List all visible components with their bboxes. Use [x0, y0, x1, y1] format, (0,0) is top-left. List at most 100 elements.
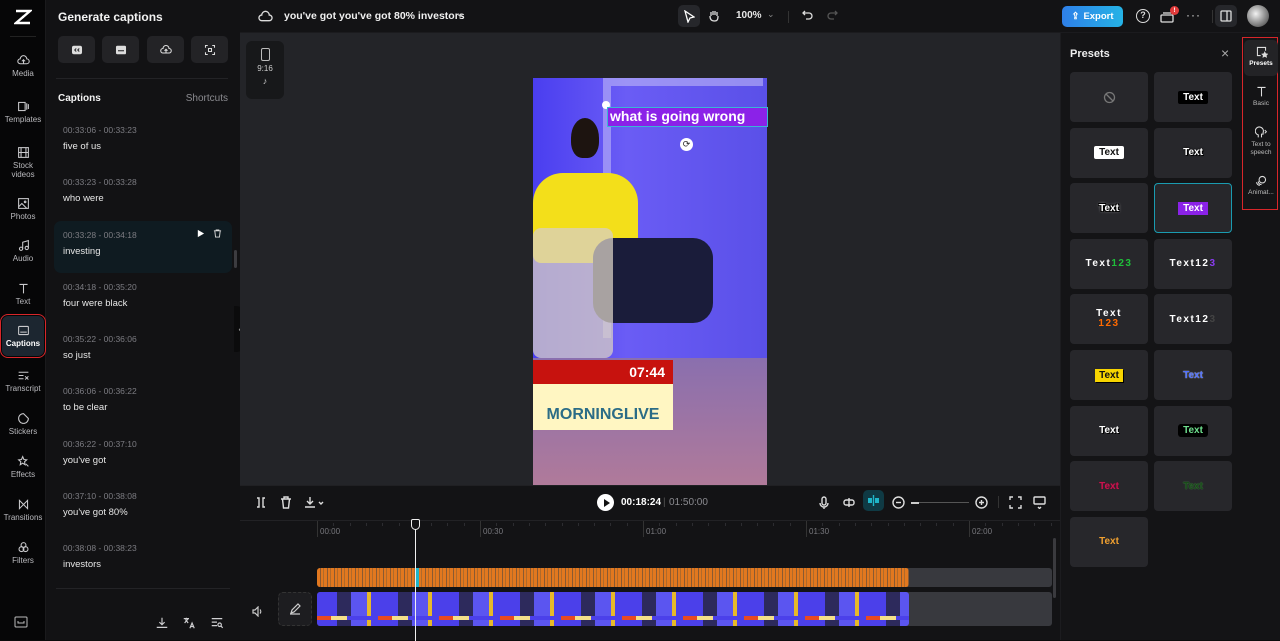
upload-captions-button[interactable] — [147, 36, 184, 63]
split-button[interactable] — [255, 496, 267, 514]
caption-text[interactable]: investors — [63, 559, 223, 570]
caption-item[interactable]: 00:36:22 - 00:37:10 you've got — [54, 430, 232, 482]
preset-dark-green[interactable]: Text — [1154, 461, 1232, 512]
select-tool-button[interactable] — [678, 5, 700, 27]
timeline-scrollbar[interactable] — [1053, 538, 1056, 598]
preset-none[interactable] — [1070, 72, 1148, 122]
preset-shadow-digit[interactable]: Text123 — [1154, 294, 1232, 345]
rail-item-media[interactable]: Media — [2, 45, 44, 87]
preset-orange-digits-stacked[interactable]: Text 123 — [1070, 294, 1148, 345]
right-tab-presets[interactable]: Presets — [1244, 40, 1278, 76]
rail-item-templates[interactable]: Templates — [2, 91, 44, 133]
more-options-button[interactable]: ··· — [1186, 8, 1201, 22]
caption-text[interactable]: you've got 80% — [63, 507, 223, 518]
auto-captions-button[interactable] — [58, 36, 95, 63]
layout-toggle-button[interactable] — [1215, 5, 1237, 27]
caption-text-overlay[interactable]: what is going wrong — [607, 107, 768, 127]
preset-white-on-purple[interactable]: Text — [1154, 183, 1232, 234]
chevron-down-icon[interactable]: ⌄ — [456, 9, 464, 20]
help-button[interactable]: ? — [1136, 9, 1150, 23]
caption-item[interactable]: 00:36:06 - 00:36:22 to be clear — [54, 377, 232, 429]
zoom-level[interactable]: 100% — [736, 10, 762, 21]
rail-item-stickers[interactable]: Stickers — [2, 403, 44, 445]
preset-crimson[interactable]: Text — [1070, 461, 1148, 512]
right-tab-animation[interactable]: Animat... — [1244, 174, 1278, 197]
rail-item-audio[interactable]: Audio — [2, 230, 44, 272]
caption-text[interactable]: who were — [63, 193, 223, 204]
preset-plain-white[interactable]: Text — [1070, 405, 1148, 456]
link-button[interactable] — [842, 496, 856, 514]
rail-item-transcript[interactable]: Transcript — [2, 360, 44, 402]
delete-caption-icon[interactable] — [213, 229, 222, 238]
rail-item-captions[interactable]: Captions — [0, 314, 46, 358]
right-tab-text-to-speech[interactable]: Text to speech — [1244, 126, 1278, 157]
close-presets-button[interactable]: × — [1221, 46, 1229, 60]
preset-green-on-black[interactable]: Text — [1154, 405, 1232, 456]
download-captions-button[interactable] — [155, 616, 169, 630]
caption-text[interactable]: four were black — [63, 298, 223, 309]
caption-item[interactable]: 00:33:28 - 00:34:18 investing — [54, 220, 232, 273]
rail-item-photos[interactable]: Photos — [2, 188, 44, 230]
translate-button[interactable] — [182, 616, 196, 630]
preset-green-digits[interactable]: Text123 — [1070, 238, 1148, 289]
preset-white-outline[interactable]: Text — [1154, 127, 1232, 178]
preview-mode-button[interactable] — [1033, 496, 1046, 514]
caption-item[interactable]: 00:38:08 - 00:38:23 investors — [54, 534, 232, 586]
preset-black-on-white[interactable]: Text — [1070, 127, 1148, 178]
caption-item[interactable]: 00:37:10 - 00:38:08 you've got 80% — [54, 482, 232, 534]
caption-text[interactable]: so just — [63, 350, 223, 361]
rail-item-effects[interactable]: Effects — [2, 446, 44, 488]
snap-toggle[interactable] — [863, 490, 884, 511]
undo-button[interactable] — [801, 9, 814, 27]
rail-item-filters[interactable]: Filters — [2, 532, 44, 574]
caption-clips[interactable] — [317, 568, 909, 587]
video-clip-thumbnails[interactable] — [317, 592, 909, 626]
caption-item[interactable]: 00:33:06 - 00:33:23 five of us — [54, 116, 232, 168]
play-button[interactable] — [597, 494, 614, 511]
scan-captions-button[interactable] — [191, 36, 228, 63]
delete-button[interactable] — [280, 496, 292, 514]
rail-item-text[interactable]: Text — [2, 273, 44, 315]
play-caption-icon[interactable] — [196, 229, 205, 238]
search-captions-button[interactable] — [210, 616, 224, 630]
playhead-handle[interactable] — [410, 519, 420, 530]
zoom-chevron-icon[interactable]: ⌄ — [767, 9, 775, 20]
caption-text[interactable]: five of us — [63, 141, 223, 152]
download-button[interactable] — [304, 496, 326, 514]
preset-white-on-black[interactable]: Text — [1154, 72, 1232, 122]
caption-item[interactable]: 00:33:23 - 00:33:28 who were — [54, 168, 232, 220]
project-title[interactable]: you've got you've got 80% investors — [284, 10, 465, 22]
preset-white-heavy-outline[interactable]: Text — [1070, 183, 1148, 234]
right-tab-basic[interactable]: Basic — [1244, 85, 1278, 108]
zoom-out-button[interactable] — [892, 496, 905, 514]
shortcuts-link[interactable]: Shortcuts — [186, 93, 228, 104]
record-voice-button[interactable] — [818, 496, 830, 515]
zoom-in-button[interactable] — [975, 496, 988, 514]
rail-item-stock-videos[interactable]: Stock videos — [2, 138, 44, 186]
user-avatar[interactable] — [1247, 5, 1269, 27]
hand-tool-button[interactable] — [708, 9, 720, 27]
rail-item-transitions[interactable]: Transitions — [2, 489, 44, 531]
caption-item[interactable]: 00:35:22 - 00:36:06 so just — [54, 325, 232, 377]
keyboard-shortcuts-button[interactable] — [14, 615, 28, 628]
capcut-logo[interactable] — [0, 0, 46, 34]
playhead[interactable] — [410, 519, 420, 641]
rotate-handle[interactable]: ⟳ — [680, 138, 693, 151]
caption-item[interactable]: 00:34:18 - 00:35:20 four were black — [54, 273, 232, 325]
caption-text[interactable]: investing — [63, 246, 223, 257]
redo-button[interactable] — [826, 9, 839, 27]
aspect-ratio-selector[interactable]: 9:16 ♪ — [246, 41, 284, 99]
caption-text[interactable]: to be clear — [63, 402, 223, 413]
zoom-slider[interactable] — [911, 501, 969, 504]
mute-track-button[interactable] — [252, 604, 264, 622]
edit-cover-button[interactable] — [278, 592, 312, 626]
video-preview[interactable]: 07:44 MORNINGLIVE — [533, 78, 767, 485]
manual-captions-button[interactable] — [102, 36, 139, 63]
preset-orange[interactable]: Text — [1070, 516, 1148, 567]
time-ruler[interactable]: 00:00 00:30 01:00 01:30 02:00 — [240, 520, 1117, 538]
caption-text[interactable]: you've got — [63, 455, 223, 466]
captions-scrollbar[interactable] — [234, 250, 237, 268]
preset-purple-digit[interactable]: Text123 — [1154, 238, 1232, 289]
preset-black-on-yellow[interactable]: Text — [1070, 350, 1148, 400]
preset-blue[interactable]: Text — [1154, 350, 1232, 400]
